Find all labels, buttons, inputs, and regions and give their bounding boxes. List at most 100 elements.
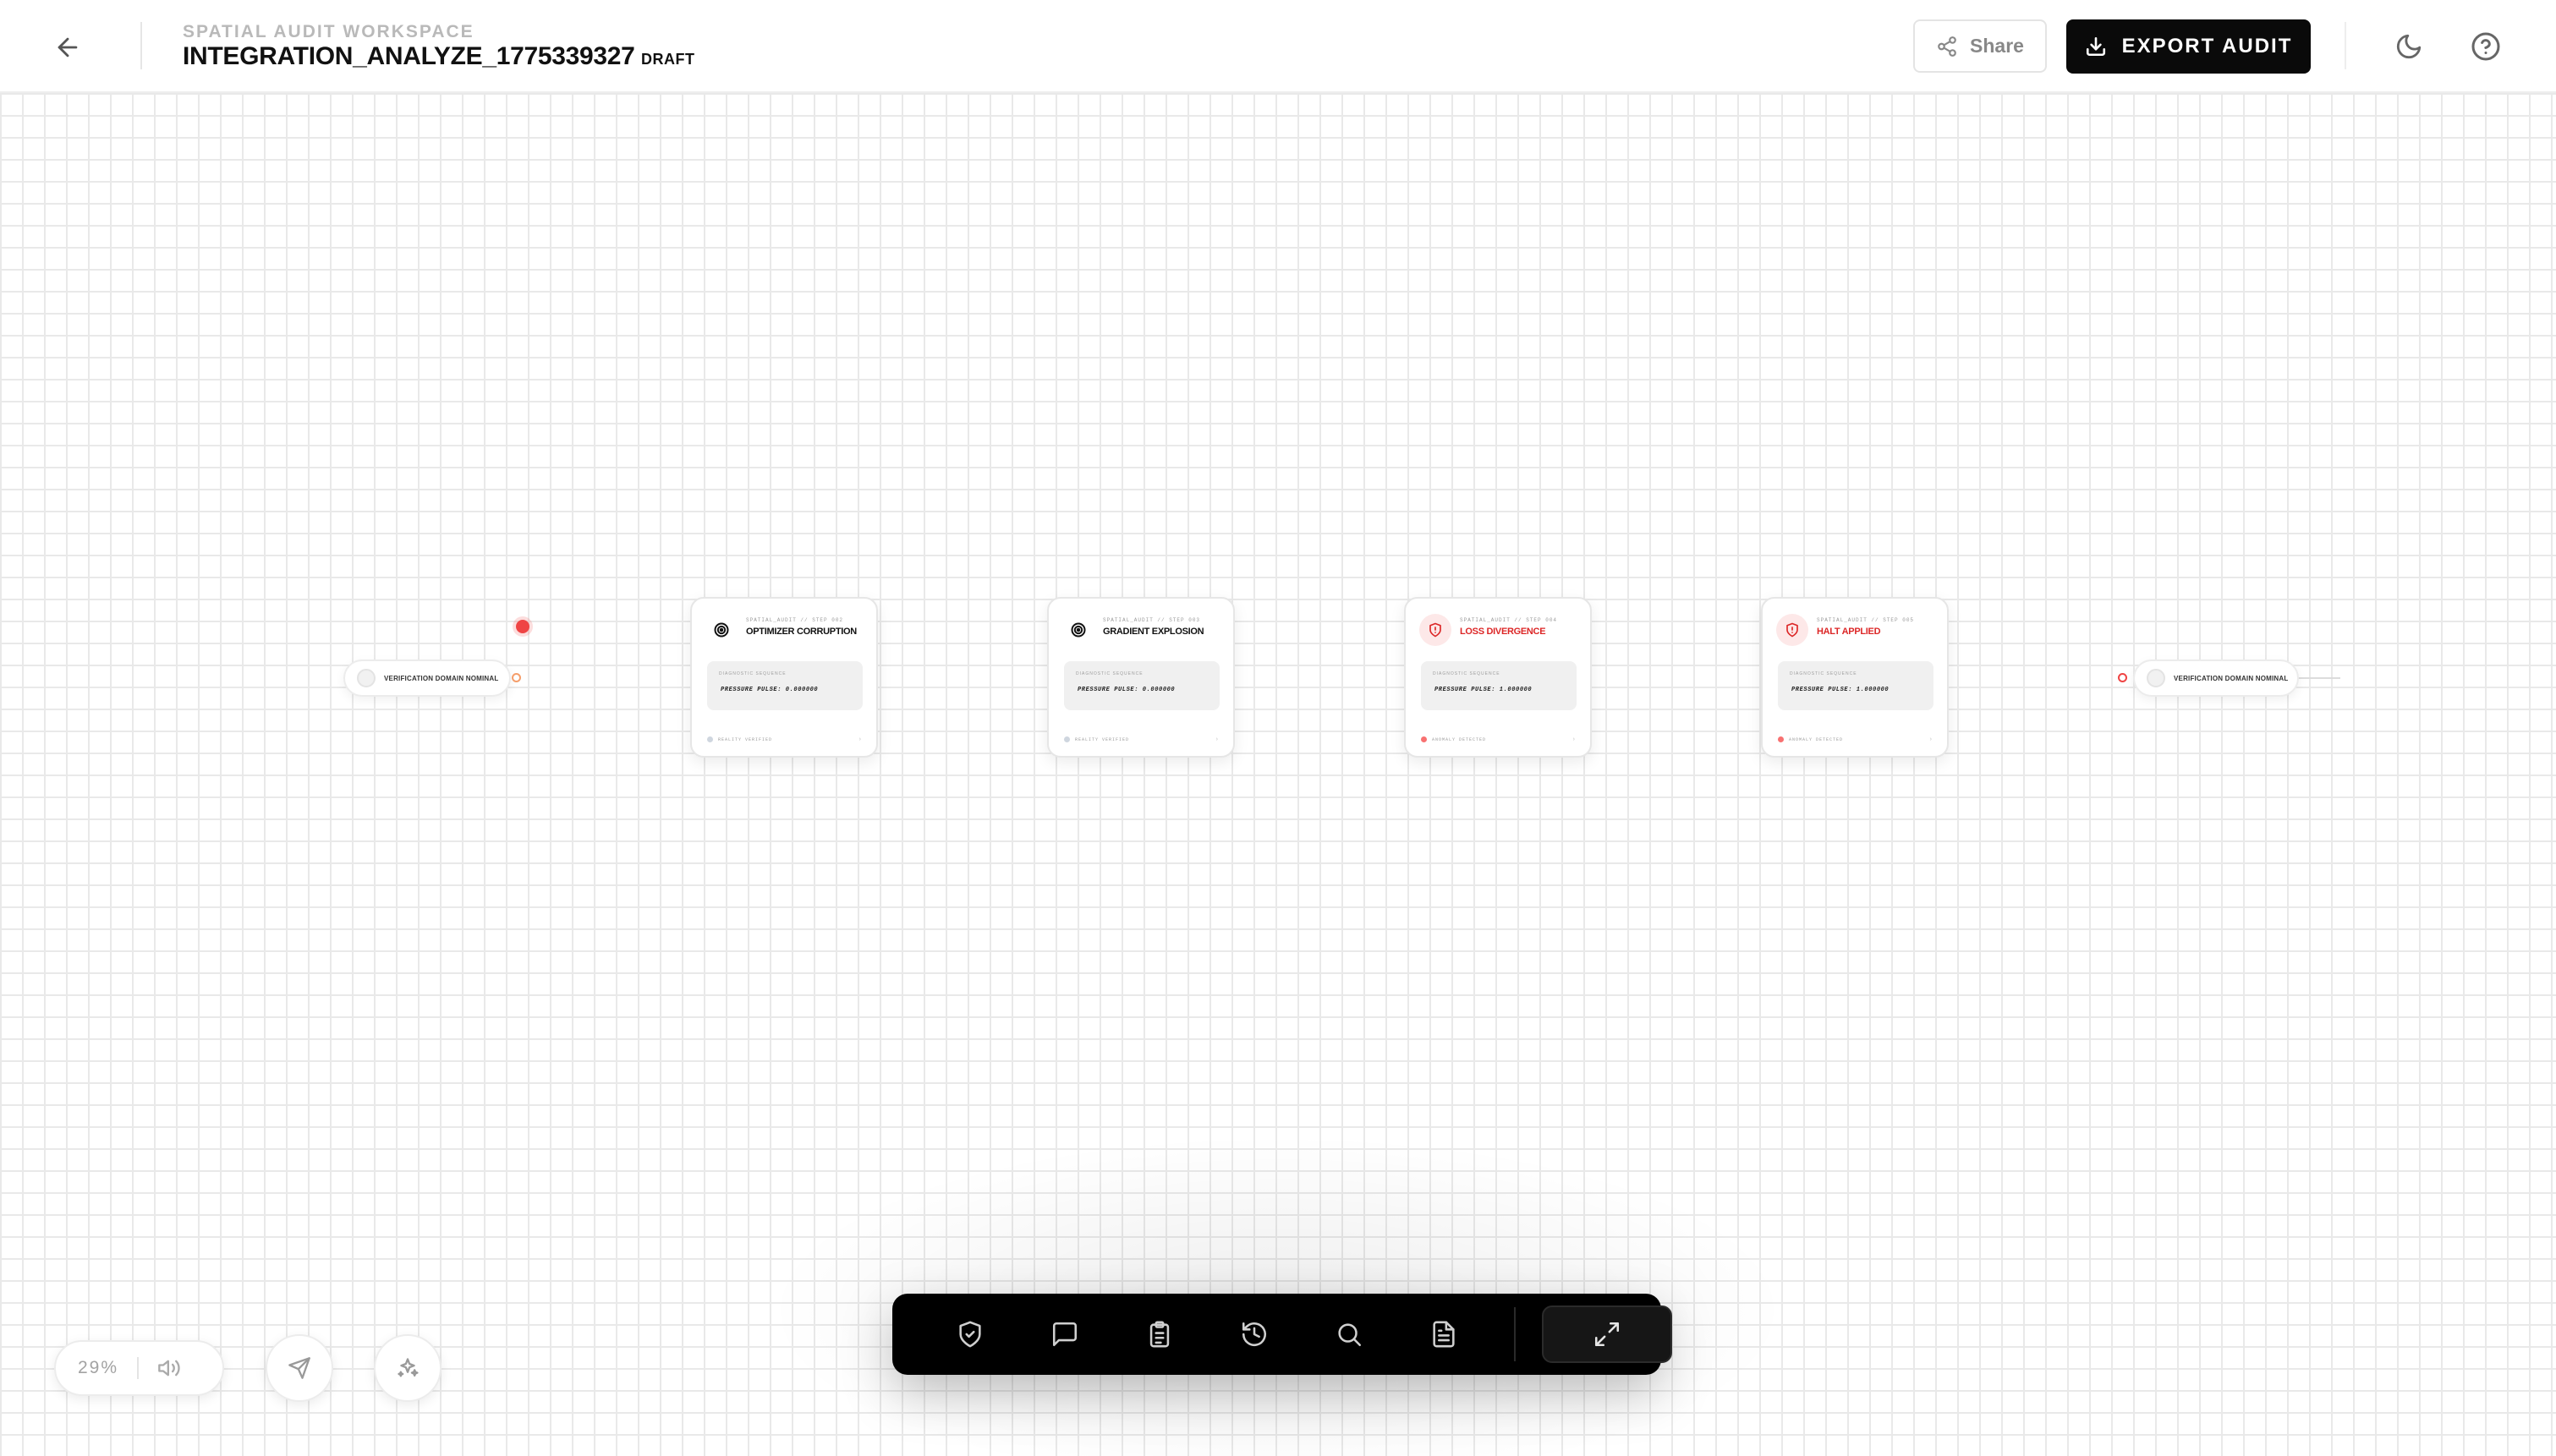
export-audit-button[interactable]: EXPORT AUDIT [2066, 19, 2311, 74]
comment-icon [1052, 1322, 1078, 1347]
zoom-control[interactable]: 29% [54, 1340, 224, 1396]
node-footer: REALITY VERIFIED [1064, 736, 1129, 742]
ai-assist-button[interactable] [374, 1334, 442, 1402]
node-footer-status: REALITY VERIFIED [718, 736, 773, 742]
diagnostic-label: DIAGNOSTIC SEQUENCE [1076, 671, 1144, 676]
report-button[interactable] [1423, 1314, 1464, 1355]
node-title: HALT APPLIED [1817, 627, 1881, 637]
shield-alert-icon [1786, 622, 1798, 638]
audit-node-gradient-explosion[interactable]: SPATIAL_AUDIT // STEP 003 GRADIENT EXPLO… [1047, 597, 1235, 758]
output-port[interactable] [512, 673, 521, 682]
node-footer-status: ANOMALY DETECTED [1789, 736, 1844, 742]
audit-node-loss-divergence[interactable]: SPATIAL_AUDIT // STEP 004 LOSS DIVERGENC… [1404, 597, 1592, 758]
diagnostic-label: DIAGNOSTIC SEQUENCE [1790, 671, 1857, 676]
node-icon-wrap [1062, 614, 1094, 646]
arrow-left-icon [58, 37, 78, 57]
end-node-label: VERIFICATION DOMAIN NOMINAL [2174, 674, 2289, 682]
node-diagnostic-panel: DIAGNOSTIC SEQUENCE PRESSURE PULSE: 1.00… [1421, 661, 1577, 710]
status-badge: DRAFT [641, 51, 695, 68]
download-icon [2086, 36, 2105, 57]
node-diagnostic-panel: DIAGNOSTIC SEQUENCE PRESSURE PULSE: 0.00… [707, 661, 863, 710]
node-status-dot [357, 669, 376, 687]
theme-toggle-button[interactable] [2388, 25, 2430, 68]
bottom-toolbar [892, 1294, 1672, 1375]
chevron-right-icon: › [1572, 736, 1575, 742]
search-button[interactable] [1329, 1314, 1369, 1355]
comments-button[interactable] [1045, 1314, 1085, 1355]
node-footer: REALITY VERIFIED [707, 736, 772, 742]
shield-alert-icon [1429, 622, 1441, 638]
start-node-label: VERIFICATION DOMAIN NOMINAL [384, 674, 499, 682]
alert-marker[interactable] [516, 620, 529, 633]
end-node[interactable]: VERIFICATION DOMAIN NOMINAL [2133, 660, 2299, 697]
node-meta: SPATIAL_AUDIT // STEP 002 [746, 617, 844, 623]
chevron-right-icon: › [858, 736, 861, 742]
status-dot [1064, 736, 1070, 742]
node-meta: SPATIAL_AUDIT // STEP 005 [1817, 617, 1915, 623]
node-title: GRADIENT EXPLOSION [1103, 627, 1204, 637]
audit-canvas[interactable]: VERIFICATION DOMAIN NOMINAL SPATIAL_AUDI… [0, 93, 2556, 1456]
status-dot [707, 736, 713, 742]
node-title: LOSS DIVERGENCE [1460, 627, 1546, 637]
status-dot [1421, 736, 1427, 742]
node-icon-wrap [1776, 614, 1808, 646]
shield-check-icon [959, 1321, 981, 1348]
node-footer: ANOMALY DETECTED [1778, 736, 1843, 742]
help-button[interactable] [2465, 25, 2507, 68]
document-icon [1433, 1321, 1455, 1348]
back-button[interactable] [47, 27, 88, 68]
share-button-label: Share [1970, 35, 2024, 57]
node-meta: SPATIAL_AUDIT // STEP 003 [1103, 617, 1201, 623]
sparkle-icon [398, 1358, 419, 1377]
moon-icon [2396, 34, 2422, 59]
document-title: INTEGRATION_ANALYZE_1775339327 [183, 42, 635, 70]
volume-icon[interactable] [157, 1356, 181, 1380]
share-icon [1938, 36, 1956, 57]
diagnostic-label: DIAGNOSTIC SEQUENCE [719, 671, 787, 676]
input-port[interactable] [2118, 673, 2127, 682]
audit-node-optimizer-corruption[interactable]: SPATIAL_AUDIT // STEP 002 OPTIMIZER CORR… [690, 597, 878, 758]
divider [137, 1357, 140, 1379]
chevron-right-icon: › [1929, 736, 1932, 742]
navigate-button[interactable] [266, 1334, 333, 1402]
dock-divider [1514, 1307, 1516, 1361]
pressure-pulse-value: PRESSURE PULSE: 1.000000 [1434, 687, 1533, 693]
pressure-pulse-value: PRESSURE PULSE: 1.000000 [1791, 687, 1890, 693]
node-meta: SPATIAL_AUDIT // STEP 004 [1460, 617, 1558, 623]
clipboard-icon [1149, 1321, 1170, 1348]
start-node[interactable]: VERIFICATION DOMAIN NOMINAL [343, 660, 511, 697]
search-icon [1338, 1323, 1362, 1347]
checklist-button[interactable] [1139, 1314, 1180, 1355]
audit-node-halt-applied[interactable]: SPATIAL_AUDIT // STEP 005 HALT APPLIED D… [1761, 597, 1949, 758]
history-icon [1242, 1322, 1267, 1347]
history-button[interactable] [1234, 1314, 1275, 1355]
node-status-dot [2147, 669, 2165, 687]
target-icon [714, 622, 729, 638]
zoom-level: 29% [78, 1358, 119, 1377]
node-diagnostic-panel: DIAGNOSTIC SEQUENCE PRESSURE PULSE: 0.00… [1064, 661, 1220, 710]
target-icon [1071, 622, 1086, 638]
node-footer: ANOMALY DETECTED [1421, 736, 1486, 742]
help-circle-icon [2471, 32, 2500, 61]
expand-icon [1594, 1322, 1620, 1347]
verify-button[interactable] [950, 1314, 990, 1355]
pressure-pulse-value: PRESSURE PULSE: 0.000000 [721, 687, 819, 693]
node-icon-wrap [1419, 614, 1451, 646]
node-icon-wrap [705, 614, 738, 646]
status-dot [1778, 736, 1784, 742]
chevron-right-icon: › [1215, 736, 1218, 742]
header-divider [140, 22, 142, 69]
node-title: OPTIMIZER CORRUPTION [746, 627, 857, 637]
export-button-label: EXPORT AUDIT [2121, 35, 2293, 57]
pressure-pulse-value: PRESSURE PULSE: 0.000000 [1078, 687, 1176, 693]
share-button[interactable]: Share [1913, 19, 2047, 73]
navigate-icon [288, 1357, 310, 1379]
diagnostic-label: DIAGNOSTIC SEQUENCE [1433, 671, 1500, 676]
node-footer-status: ANOMALY DETECTED [1432, 736, 1487, 742]
edge-line [2298, 677, 2340, 679]
node-diagnostic-panel: DIAGNOSTIC SEQUENCE PRESSURE PULSE: 1.00… [1778, 661, 1933, 710]
top-header: SPATIAL AUDIT WORKSPACE INTEGRATION_ANAL… [0, 0, 2556, 93]
expand-button[interactable] [1542, 1305, 1672, 1363]
node-footer-status: REALITY VERIFIED [1075, 736, 1130, 742]
workspace-label: SPATIAL AUDIT WORKSPACE [183, 22, 474, 41]
